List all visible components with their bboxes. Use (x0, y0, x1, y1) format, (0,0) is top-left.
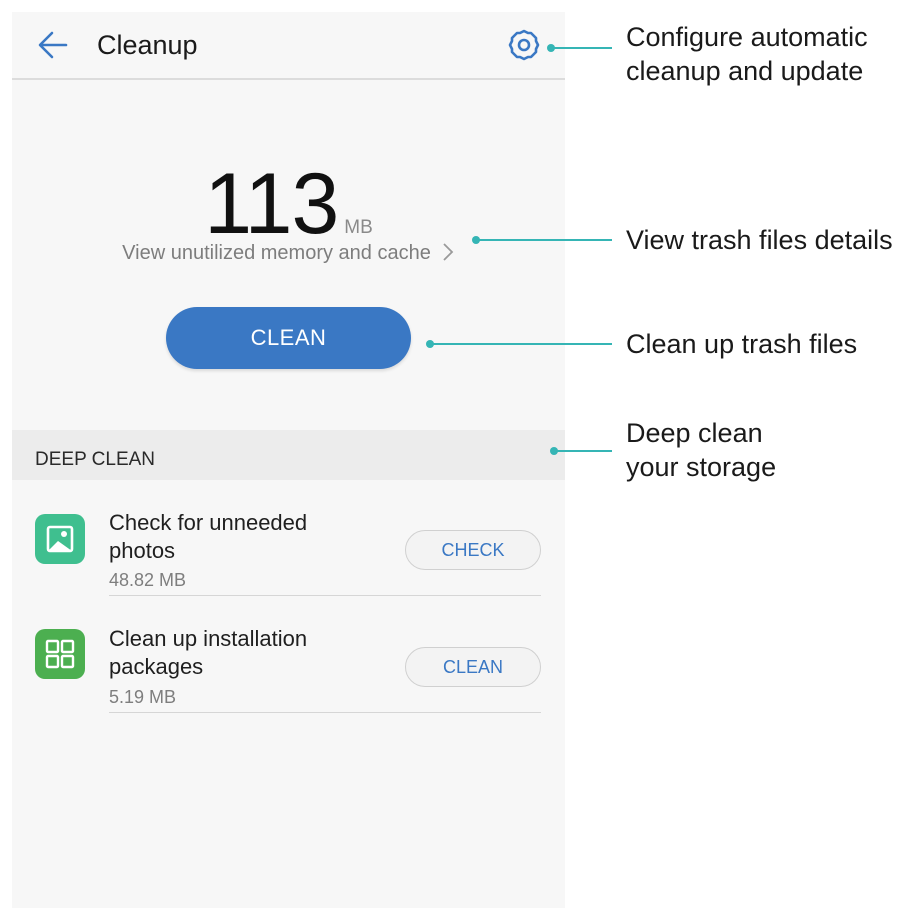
callout-settings: Configure automatic cleanup and update (626, 20, 868, 88)
trash-size-value: 113 (204, 156, 339, 252)
chevron-right-icon (443, 243, 454, 261)
callout-deep-line1: Deep clean (626, 418, 763, 448)
divider (109, 595, 541, 596)
callout-line (430, 343, 612, 345)
arrow-left-icon (38, 31, 68, 59)
callout-settings-line1: Configure automatic (626, 22, 868, 52)
callout-deep: Deep clean your storage (626, 416, 776, 484)
callout-line (551, 47, 612, 49)
callout-details: View trash files details (626, 225, 893, 255)
callout-deep-line2: your storage (626, 452, 777, 482)
check-photos-button[interactable]: CHECK (405, 530, 541, 570)
deep-clean-header: DEEP CLEAN (12, 430, 565, 480)
back-button[interactable] (36, 28, 70, 62)
clean-button[interactable]: CLEAN (166, 307, 411, 369)
view-details-label: View unutilized memory and cache (122, 242, 431, 264)
app-bar: Cleanup (12, 12, 565, 80)
apps-grid-icon (35, 629, 85, 679)
callout-line (476, 239, 612, 241)
view-details-link[interactable]: View unutilized memory and cache (12, 240, 565, 266)
deep-clean-title: DEEP CLEAN (35, 449, 156, 470)
settings-button[interactable] (506, 27, 542, 63)
page-title: Cleanup (97, 30, 198, 60)
trash-size-display: 113 MB (12, 161, 565, 247)
item-size: 5.19 MB (109, 687, 177, 707)
list-item-packages: Clean up installation packages 5.19 MB C… (12, 597, 565, 715)
divider (109, 712, 541, 713)
item-title: Check for unneeded photos (109, 510, 308, 563)
item-title: Clean up installation packages (109, 626, 308, 679)
item-size: 48.82 MB (109, 570, 187, 590)
list-item-photos: Check for unneeded photos 48.82 MB CHECK (12, 480, 565, 598)
photo-icon (35, 514, 85, 564)
callout-settings-line2: cleanup and update (626, 56, 864, 86)
gear-icon (508, 29, 540, 61)
trash-size-unit: MB (344, 217, 373, 238)
clean-packages-button[interactable]: CLEAN (405, 647, 541, 687)
callout-clean: Clean up trash files (626, 329, 858, 359)
callout-line (554, 450, 612, 452)
phone-screen: Cleanup 113 MB View unutilized memory and… (12, 12, 565, 908)
